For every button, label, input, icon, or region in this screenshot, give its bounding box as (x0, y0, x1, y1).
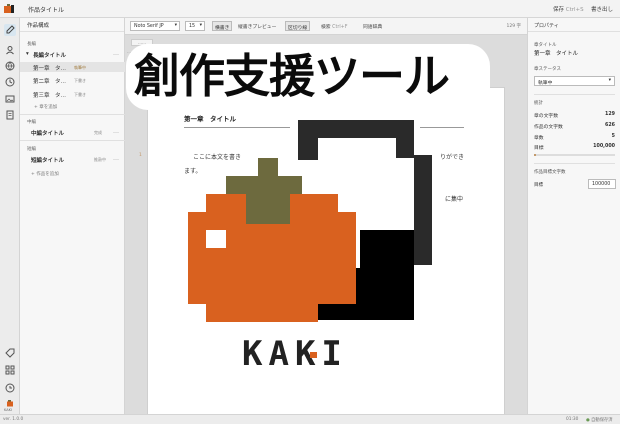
goal-progress-fill (534, 154, 536, 156)
image-icon[interactable] (4, 93, 16, 105)
add-work-button[interactable]: + 作品を追加 (31, 171, 59, 177)
goal-progress-bar (534, 154, 615, 156)
work-item-short[interactable]: 短編タイトル 推敲中 … (20, 154, 125, 164)
ruler-toggle[interactable]: …… (131, 39, 153, 46)
divider (20, 140, 125, 141)
person-icon[interactable] (4, 44, 16, 56)
search-button[interactable]: 検索 Ctrl+F (321, 23, 347, 30)
tag-icon[interactable] (4, 347, 16, 359)
collapse-chevron-icon[interactable]: ▾ (26, 51, 29, 57)
chapter-status-label: 章ステータス (534, 67, 561, 72)
divider (20, 114, 125, 115)
section-label-medium: 中編 (27, 120, 36, 125)
status-bar: ver. 1.0.0 01:30 ● 自動保存済 (0, 414, 620, 424)
thesaurus-button[interactable]: 同語辞典 (363, 23, 382, 30)
notes-icon[interactable] (4, 109, 16, 121)
section-label-long: 長編 (27, 42, 36, 47)
properties-header: プロパティ (528, 18, 620, 32)
stats-label: 統計 (534, 101, 543, 106)
chapter-status: 下書き (74, 92, 86, 97)
char-counter: 129 字 (506, 24, 521, 29)
more-icon[interactable]: … (113, 155, 119, 162)
goal-input[interactable]: 100000 (588, 179, 616, 189)
line-number: 1 (139, 153, 142, 158)
edit-icon[interactable] (4, 24, 16, 36)
manuscript-page[interactable]: 第一章 タイトル ここに本文を書き ます。 りができ に集中 (147, 87, 505, 414)
work-status: 推敲中 (94, 157, 106, 162)
chapter-item[interactable]: 第二章 タ… 下書き (20, 75, 125, 85)
document-title[interactable]: 作品タイトル (28, 5, 64, 14)
work-item-long[interactable]: ▾ 長編タイトル … (20, 49, 125, 59)
activity-bar: KAKI (0, 18, 20, 414)
chapter-status: 執筆中 (74, 65, 86, 70)
version-label: ver. 1.0.0 (3, 417, 24, 422)
editor-toolbar: Noto Serif JP ▾ 15 ▾ 横書き 縦書きプレビュー 区切り線 検索 … (125, 18, 527, 35)
properties-panel: プロパティ 章タイトル 第一章 タイトル 章ステータス 執筆中 ▾ 統計 章の文字… (527, 18, 620, 414)
chapter-status: 下書き (74, 78, 86, 83)
body-line: ます。 (184, 168, 202, 175)
body-line: に集中 (445, 196, 464, 203)
globe-icon[interactable] (4, 60, 16, 72)
goal-key: 目標 (534, 183, 543, 188)
add-chapter-button[interactable]: + 章を追加 (34, 104, 57, 110)
chapter-status-select[interactable]: 執筆中 ▾ (534, 76, 615, 86)
editor-canvas: …… … 第一章 タイトル ここに本文を書き ます。 りができ に集中 1 (125, 35, 527, 414)
divider (534, 163, 615, 164)
sidebar-logo-text: KAKI (4, 408, 12, 412)
vertical-preview-button[interactable]: 縦書きプレビュー (238, 23, 276, 30)
chapter-title-value[interactable]: 第一章 タイトル (534, 49, 578, 57)
section-label-short: 短編 (27, 147, 36, 152)
chapter-title-label: 章タイトル (534, 43, 557, 48)
time-label: 01:30 (566, 417, 579, 422)
clock-icon[interactable] (4, 76, 16, 88)
history-icon[interactable] (4, 382, 16, 394)
autosave-status: ● 自動保存済 (586, 418, 613, 423)
heading-rule (184, 127, 464, 128)
export-button[interactable]: 書き出し (591, 5, 613, 13)
sidebar-header: 作品構成 (20, 18, 124, 32)
horizontal-mode-button[interactable]: 横書き (212, 21, 233, 31)
page-mini-label: … (127, 49, 131, 54)
body-line: りができ (440, 154, 465, 161)
app-logo-icon (3, 3, 15, 15)
work-status: 完成 (94, 130, 102, 135)
font-size-select[interactable]: 15 ▾ (185, 21, 205, 31)
chapter-item[interactable]: 第一章 タ… 執筆中 (20, 62, 125, 72)
work-item-medium[interactable]: 中編タイトル 完成 … (20, 127, 125, 137)
more-icon[interactable]: … (113, 128, 119, 135)
save-button[interactable]: 保存 Ctrl+S (553, 5, 584, 13)
body-line: ここに本文を書き (193, 154, 242, 161)
top-bar: 作品タイトル 保存 Ctrl+S 書き出し (0, 0, 620, 18)
chapter-heading: 第一章 タイトル (184, 115, 236, 123)
project-sidebar: 作品構成 長編 ▾ 長編タイトル … 第一章 タ… 執筆中 第二章 タ… 下書き… (20, 18, 125, 414)
more-icon[interactable]: … (113, 50, 119, 57)
separator-mode-button[interactable]: 区切り線 (285, 21, 311, 31)
grid-icon[interactable] (4, 364, 16, 376)
goal-label: 作品目標文字数 (534, 170, 566, 175)
font-select[interactable]: Noto Serif JP ▾ (130, 21, 180, 31)
divider (534, 94, 615, 95)
chapter-item[interactable]: 第三章 タ… 下書き (20, 89, 125, 99)
